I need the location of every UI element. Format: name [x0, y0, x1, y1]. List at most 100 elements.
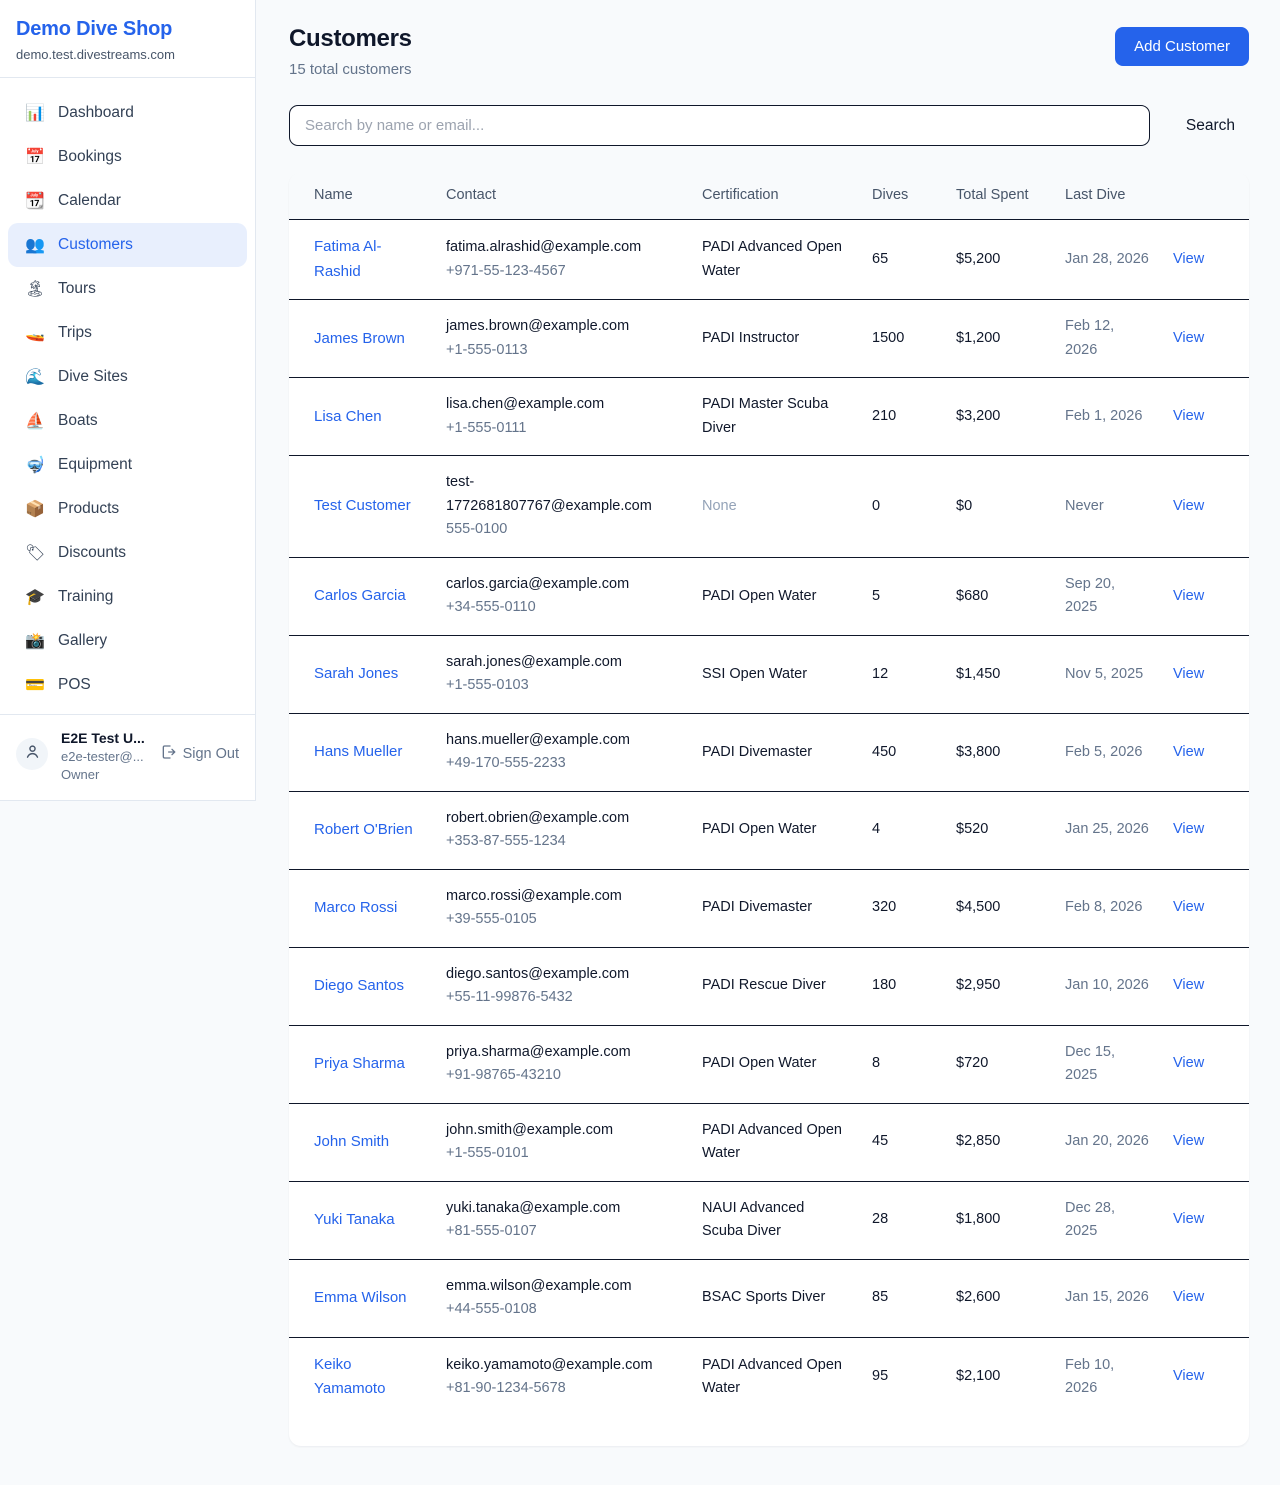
last-dive-cell: Never [1053, 456, 1161, 557]
customer-phone: +55-11-99876-5432 [446, 986, 678, 1009]
sidebar-item-dive-sites[interactable]: 🌊Dive Sites [8, 355, 247, 399]
sidebar-item-tours[interactable]: 🏝Tours [8, 267, 247, 311]
view-customer-link[interactable]: View [1173, 899, 1204, 915]
user-section: E2E Test U... e2e-tester@... Owner Sign … [0, 714, 255, 800]
sidebar-item-training[interactable]: 🎓Training [8, 575, 247, 619]
view-customer-link[interactable]: View [1173, 408, 1204, 424]
customer-name-link[interactable]: Hans Mueller [314, 743, 402, 760]
customer-name-link[interactable]: Diego Santos [314, 977, 404, 994]
table-row: Marco Rossi marco.rossi@example.com+39-55… [289, 869, 1249, 947]
page-header: Customers 15 total customers Add Custome… [289, 25, 1249, 78]
customer-email: james.brown@example.com [446, 315, 678, 338]
customer-name-cell: Test Customer [289, 456, 434, 557]
last-dive-cell: Dec 28, 2025 [1053, 1181, 1161, 1259]
action-cell: View [1161, 1259, 1249, 1337]
customer-name-link[interactable]: Sarah Jones [314, 665, 398, 682]
customer-name-link[interactable]: Priya Sharma [314, 1055, 405, 1072]
customer-email: test-1772681807767@example.com [446, 471, 678, 518]
sidebar-item-customers[interactable]: 👥Customers [8, 223, 247, 267]
calendar-pad-icon: 📆 [25, 191, 45, 211]
view-customer-link[interactable]: View [1173, 1211, 1204, 1227]
view-customer-link[interactable]: View [1173, 1133, 1204, 1149]
contact-cell: diego.santos@example.com+55-11-99876-543… [434, 947, 690, 1025]
dives-cell: 450 [860, 713, 944, 791]
contact-cell: marco.rossi@example.com+39-555-0105 [434, 869, 690, 947]
customer-name-link[interactable]: Fatima Al-Rashid [314, 238, 382, 279]
view-customer-link[interactable]: View [1173, 1289, 1204, 1305]
customer-name-link[interactable]: Emma Wilson [314, 1289, 407, 1306]
table-row: Carlos Garciacarlos.garcia@example.com+3… [289, 557, 1249, 635]
sidebar-item-bookings[interactable]: 📅Bookings [8, 135, 247, 179]
table-row: Diego Santos diego.santos@example.com+55-… [289, 947, 1249, 1025]
sidebar-item-discounts[interactable]: 🏷Discounts [8, 531, 247, 575]
column-header-dives: Dives [860, 173, 944, 220]
sidebar-item-pos[interactable]: 💳POS [8, 663, 247, 707]
customer-name-cell: Fatima Al-Rashid [289, 220, 434, 300]
customer-name-link[interactable]: James Brown [314, 330, 405, 347]
dives-cell: 8 [860, 1025, 944, 1103]
sign-out-button[interactable]: Sign Out [160, 744, 239, 764]
search-row: Search [289, 105, 1249, 146]
sidebar-item-dashboard[interactable]: 📊Dashboard [8, 91, 247, 135]
sidebar-item-label: Bookings [58, 148, 122, 166]
certification-cell: NAUI Advanced Scuba Diver [690, 1181, 860, 1259]
page-title: Customers [289, 25, 412, 53]
last-dive-cell: Jan 15, 2026 [1053, 1259, 1161, 1337]
view-customer-link[interactable]: View [1173, 1368, 1204, 1384]
add-customer-button[interactable]: Add Customer [1115, 27, 1249, 66]
customer-name-link[interactable]: Lisa Chen [314, 408, 382, 425]
total-spent-cell: $2,950 [944, 947, 1053, 1025]
customer-name-link[interactable]: Carlos Garcia [314, 587, 406, 604]
sidebar-item-gallery[interactable]: 📸Gallery [8, 619, 247, 663]
column-header-last-dive: Last Dive [1053, 173, 1161, 220]
customers-table: NameContactCertificationDivesTotal Spent… [289, 173, 1249, 1416]
view-customer-link[interactable]: View [1173, 977, 1204, 993]
view-customer-link[interactable]: View [1173, 744, 1204, 760]
view-customer-link[interactable]: View [1173, 588, 1204, 604]
dives-cell: 12 [860, 635, 944, 713]
package-icon: 📦 [25, 499, 45, 519]
sidebar: Demo Dive Shop demo.test.divestreams.com… [0, 0, 256, 801]
customer-name-link[interactable]: Keiko Yamamoto [314, 1356, 385, 1397]
sidebar-item-label: Tours [58, 280, 96, 298]
search-input[interactable] [289, 105, 1150, 146]
dives-cell: 5 [860, 557, 944, 635]
view-customer-link[interactable]: View [1173, 821, 1204, 837]
customer-name-link[interactable]: Yuki Tanaka [314, 1211, 395, 1228]
view-customer-link[interactable]: View [1173, 666, 1204, 682]
certification-cell: PADI Open Water [690, 557, 860, 635]
action-cell: View [1161, 1337, 1249, 1416]
action-cell: View [1161, 791, 1249, 869]
customer-phone: +81-90-1234-5678 [446, 1377, 678, 1400]
view-customer-link[interactable]: View [1173, 498, 1204, 514]
view-customer-link[interactable]: View [1173, 1055, 1204, 1071]
contact-cell: james.brown@example.com+1-555-0113 [434, 300, 690, 378]
table-row: Priya Sharmapriya.sharma@example.com+91-… [289, 1025, 1249, 1103]
customer-name-cell: Diego Santos [289, 947, 434, 1025]
customer-email: fatima.alrashid@example.com [446, 236, 678, 259]
total-spent-cell: $520 [944, 791, 1053, 869]
sidebar-item-calendar[interactable]: 📆Calendar [8, 179, 247, 223]
sidebar-item-products[interactable]: 📦Products [8, 487, 247, 531]
customer-email: priya.sharma@example.com [446, 1041, 678, 1064]
sidebar-item-equipment[interactable]: 🤿Equipment [8, 443, 247, 487]
search-button[interactable]: Search [1172, 109, 1249, 143]
total-spent-cell: $0 [944, 456, 1053, 557]
sidebar-item-trips[interactable]: 🚤Trips [8, 311, 247, 355]
customer-name-link[interactable]: John Smith [314, 1133, 389, 1150]
last-dive-cell: Feb 8, 2026 [1053, 869, 1161, 947]
customer-name-link[interactable]: Robert O'Brien [314, 821, 413, 838]
customer-name-link[interactable]: Marco Rossi [314, 899, 397, 916]
view-customer-link[interactable]: View [1173, 330, 1204, 346]
dives-cell: 28 [860, 1181, 944, 1259]
contact-cell: robert.obrien@example.com+353-87-555-123… [434, 791, 690, 869]
customer-name-link[interactable]: Test Customer [314, 497, 411, 514]
certification-cell: BSAC Sports Diver [690, 1259, 860, 1337]
table-row: Sarah Jonessarah.jones@example.com+1-555… [289, 635, 1249, 713]
sidebar-item-boats[interactable]: ⛵Boats [8, 399, 247, 443]
view-customer-link[interactable]: View [1173, 251, 1204, 267]
table-row: Hans Muellerhans.mueller@example.com+49-… [289, 713, 1249, 791]
dives-cell: 95 [860, 1337, 944, 1416]
customer-email: robert.obrien@example.com [446, 807, 678, 830]
action-cell: View [1161, 713, 1249, 791]
